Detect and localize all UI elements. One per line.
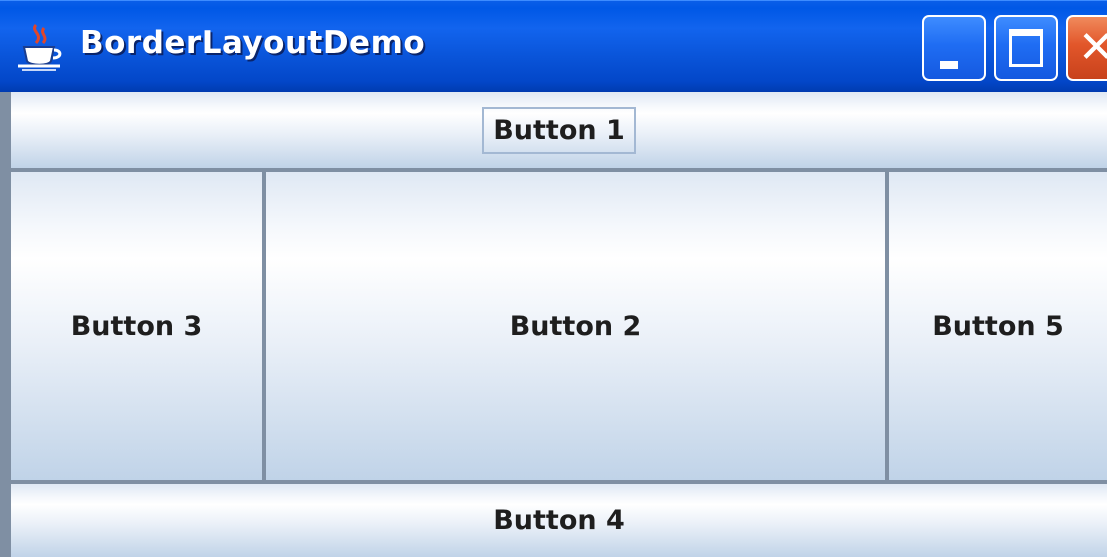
border-layout-panel: Button 1 Button 3 Button 2 Button 5 Butt… [0, 92, 1107, 557]
maximize-button[interactable] [994, 15, 1058, 81]
app-window: BorderLayoutDemo ✕ Button 1 Button 3 But… [0, 0, 1107, 557]
button-1-label: Button 1 [482, 106, 636, 154]
button-1-north[interactable]: Button 1 [0, 92, 1107, 168]
maximize-icon [1009, 29, 1043, 67]
window-title: BorderLayoutDemo [80, 25, 426, 61]
minimize-button[interactable] [922, 15, 986, 81]
button-2-label: Button 2 [509, 310, 642, 342]
button-3-west[interactable]: Button 3 [0, 172, 262, 480]
java-coffee-cup-icon[interactable] [14, 21, 66, 73]
button-5-label: Button 5 [932, 310, 1064, 342]
button-5-east[interactable]: Button 5 [885, 172, 1107, 480]
close-icon: ✕ [1078, 22, 1107, 73]
button-3-label: Button 3 [70, 310, 203, 342]
title-bar[interactable]: BorderLayoutDemo ✕ [0, 0, 1107, 92]
button-4-label: Button 4 [493, 505, 625, 536]
button-2-center[interactable]: Button 2 [262, 172, 885, 480]
close-button[interactable]: ✕ [1066, 15, 1107, 81]
minimize-icon [940, 61, 958, 69]
button-4-south[interactable]: Button 4 [0, 484, 1107, 557]
